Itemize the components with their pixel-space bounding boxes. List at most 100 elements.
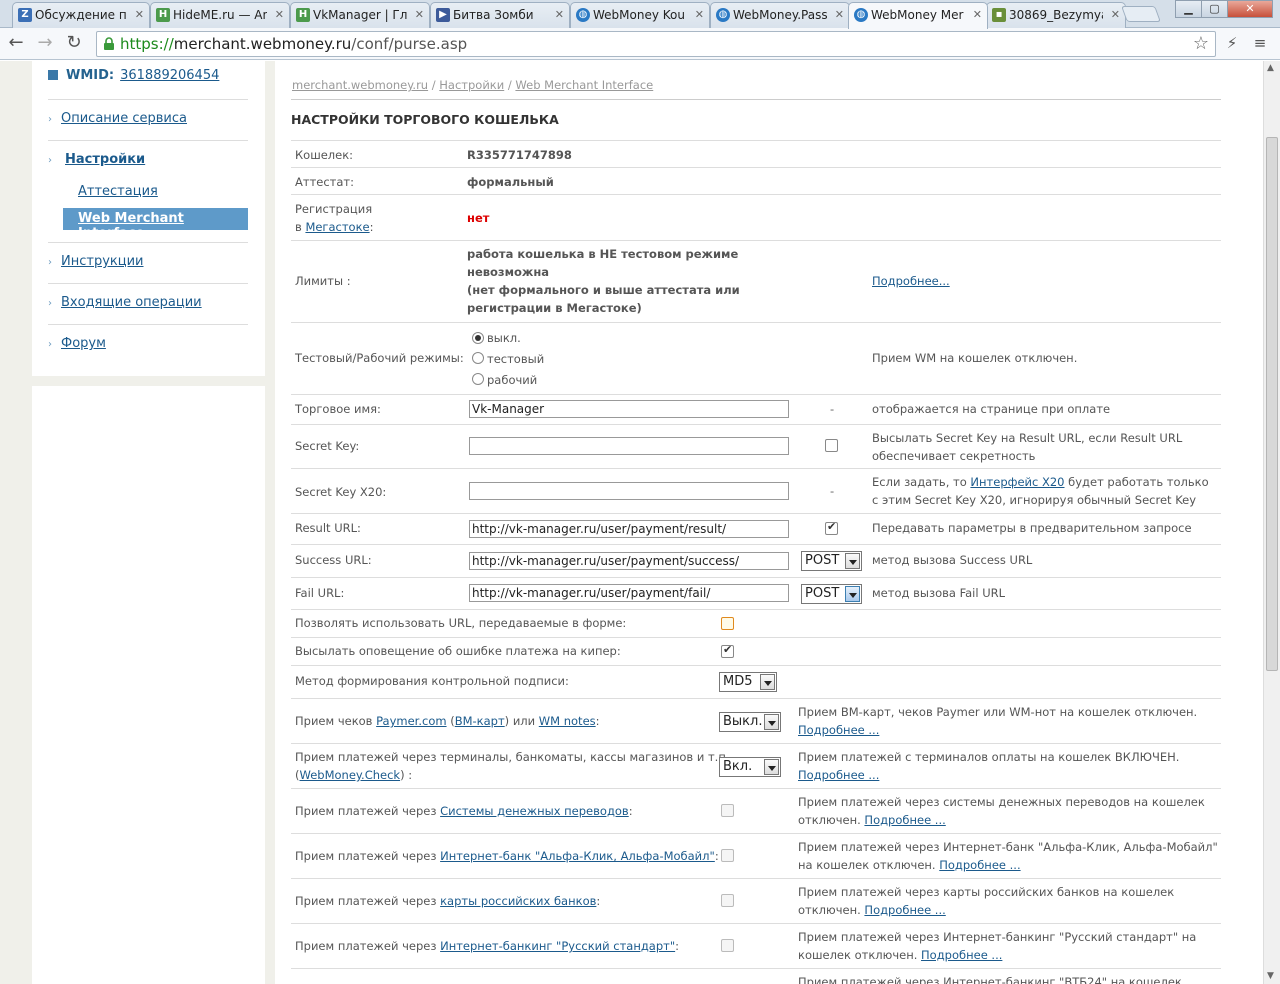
scroll-down-icon[interactable]: ▼ bbox=[1267, 971, 1274, 981]
close-icon[interactable]: ✕ bbox=[973, 8, 982, 21]
maximize-button[interactable]: ▢ bbox=[1201, 0, 1228, 18]
transfers-link[interactable]: Системы денежных переводов bbox=[440, 804, 629, 818]
browser-tab[interactable]: H VkManager | Гл ✕ bbox=[290, 2, 430, 28]
webmoney-check-link[interactable]: WebMoney.Check bbox=[300, 768, 401, 782]
fail-url-input[interactable] bbox=[469, 584, 789, 602]
browser-tab[interactable]: ▶ Битва Зомби ✕ bbox=[430, 2, 570, 28]
divider bbox=[48, 242, 248, 243]
browser-tab[interactable]: ▪ 30869_Bezymyai ✕ bbox=[986, 2, 1126, 28]
mode-note: Прием WM на кошелек отключен. bbox=[872, 351, 1078, 365]
mode-off-radio[interactable] bbox=[472, 332, 484, 344]
close-icon[interactable]: ✕ bbox=[275, 8, 284, 21]
sidebar-lower-panel bbox=[32, 386, 265, 984]
close-icon[interactable]: ✕ bbox=[1111, 8, 1120, 21]
secret-key-input[interactable] bbox=[469, 437, 789, 455]
trade-name-input[interactable] bbox=[469, 400, 789, 418]
notify-error-checkbox[interactable] bbox=[721, 643, 734, 658]
close-icon[interactable]: ✕ bbox=[835, 8, 844, 21]
browser-tab-active[interactable]: ◍ WebMoney Mer ✕ bbox=[848, 2, 988, 29]
close-icon[interactable]: ✕ bbox=[415, 8, 424, 21]
scrollbar[interactable]: ▲ ▼ bbox=[1263, 61, 1280, 984]
alfa-row: Прием платежей через Интернет-банк "Альф… bbox=[291, 833, 1221, 878]
transfers-checkbox[interactable] bbox=[721, 804, 734, 817]
globe-icon: ◍ bbox=[854, 8, 868, 22]
browser-tab[interactable]: Z Обсуждение пр ✕ bbox=[12, 2, 150, 28]
bullet-icon: › bbox=[48, 114, 52, 125]
allow-urls-checkbox[interactable] bbox=[721, 617, 734, 630]
fail-url-row: Fail URL: POST метод вызова Fail URL bbox=[291, 577, 1221, 609]
more-link[interactable]: Подробнее ... bbox=[921, 948, 1002, 962]
sign-method-row: Метод формирования контрольной подписи: … bbox=[291, 665, 1221, 698]
pre-request-checkbox[interactable] bbox=[825, 520, 838, 535]
secret-key-x20-row: Secret Key X20: - Если задать, то Интерф… bbox=[291, 468, 1221, 513]
sidebar-item-web-merchant-interface[interactable]: Web Merchant Interface bbox=[63, 208, 248, 241]
result-url-input[interactable] bbox=[469, 520, 789, 538]
sidebar-item-incoming[interactable]: › Входящие операции bbox=[48, 295, 202, 310]
success-method-select[interactable]: POST bbox=[801, 551, 862, 571]
forward-icon[interactable]: → bbox=[33, 32, 57, 56]
terminals-select[interactable]: Вкл. bbox=[719, 757, 781, 777]
limits-more-link[interactable]: Подробнее... bbox=[872, 272, 950, 290]
close-icon[interactable]: ✕ bbox=[695, 8, 704, 21]
browser-tab[interactable]: ◍ WebMoney Kou ✕ bbox=[570, 2, 710, 28]
more-link[interactable]: Подробнее ... bbox=[798, 768, 879, 782]
close-icon[interactable]: ✕ bbox=[135, 8, 144, 21]
breadcrumb-settings[interactable]: Настройки bbox=[439, 78, 504, 92]
fail-method-select[interactable]: POST bbox=[801, 584, 862, 604]
wm-notes-link[interactable]: WM notes bbox=[539, 714, 596, 728]
image-icon: ▪ bbox=[992, 8, 1006, 22]
extension-icon[interactable]: ⚡ bbox=[1220, 32, 1244, 56]
sidebar-item-instructions[interactable]: › Инструкции bbox=[48, 254, 144, 269]
breadcrumb-home[interactable]: merchant.webmoney.ru bbox=[292, 78, 428, 92]
browser-tab[interactable]: H HideME.ru — An ✕ bbox=[150, 2, 290, 28]
sign-method-select[interactable]: MD5 bbox=[719, 672, 777, 692]
bookmark-star-icon[interactable]: ☆ bbox=[1193, 33, 1209, 54]
chevron-down-icon bbox=[845, 586, 860, 602]
scroll-thumb[interactable] bbox=[1266, 137, 1278, 671]
megastock-link[interactable]: Мегастоке bbox=[305, 220, 369, 234]
russian-standard-checkbox[interactable] bbox=[721, 939, 734, 952]
address-bar[interactable]: https://merchant.webmoney.ru/conf/purse.… bbox=[96, 31, 1216, 57]
mode-test-radio[interactable] bbox=[472, 352, 484, 364]
alfa-link[interactable]: Интернет-банк "Альфа-Клик, Альфа-Мобайл" bbox=[440, 849, 715, 863]
browser-tab[interactable]: ◍ WebMoney.Pass ✕ bbox=[710, 2, 850, 28]
close-window-button[interactable]: ✕ bbox=[1227, 0, 1273, 18]
wmid-link[interactable]: 361889206454 bbox=[120, 68, 219, 83]
new-tab-button[interactable] bbox=[1121, 6, 1161, 22]
x20-interface-link[interactable]: Интерфейс X20 bbox=[970, 475, 1064, 489]
paymer-link[interactable]: Paymer.com bbox=[376, 714, 446, 728]
close-icon[interactable]: ✕ bbox=[555, 8, 564, 21]
back-icon[interactable]: ← bbox=[4, 32, 28, 56]
more-link[interactable]: Подробнее ... bbox=[864, 903, 945, 917]
scroll-up-icon[interactable]: ▲ bbox=[1267, 63, 1274, 73]
sidebar-item-attestation[interactable]: Аттестация bbox=[78, 184, 158, 199]
success-url-input[interactable] bbox=[469, 552, 789, 570]
attestat-value: формальный bbox=[467, 175, 554, 189]
sidebar-item-settings[interactable]: › Настройки bbox=[48, 152, 145, 167]
purse-row: Кошелек: R335771747898 bbox=[291, 140, 1221, 167]
more-link[interactable]: Подробнее ... bbox=[939, 858, 1020, 872]
sidebar-item-description[interactable]: › Описание сервиса bbox=[48, 111, 187, 126]
url-text: https://merchant.webmoney.ru/conf/purse.… bbox=[120, 35, 468, 53]
secret-key-x20-input[interactable] bbox=[469, 482, 789, 500]
wm-cards-link[interactable]: ВМ-карт bbox=[455, 714, 505, 728]
h-icon: H bbox=[296, 8, 310, 22]
notify-error-row: Высылать оповещение об ошибке платежа на… bbox=[291, 637, 1221, 665]
more-link[interactable]: Подробнее ... bbox=[864, 813, 945, 827]
reload-icon[interactable]: ↻ bbox=[62, 32, 86, 56]
menu-icon[interactable]: ≡ bbox=[1248, 32, 1272, 56]
minimize-button[interactable]: ▁ bbox=[1175, 0, 1202, 18]
cards-checkbox[interactable] bbox=[721, 894, 734, 907]
send-secret-key-checkbox[interactable] bbox=[825, 439, 838, 452]
sidebar: WMID: 361889206454 › Описание сервиса › Нас… bbox=[32, 61, 265, 376]
allow-urls-row: Позволять использовать URL, передаваемые… bbox=[291, 609, 1221, 637]
alfa-checkbox[interactable] bbox=[721, 849, 734, 862]
chevron-down-icon bbox=[764, 714, 779, 730]
cards-link[interactable]: карты российских банков bbox=[440, 894, 596, 908]
breadcrumb-current[interactable]: Web Merchant Interface bbox=[515, 78, 653, 92]
checks-select[interactable]: Выкл. bbox=[719, 712, 781, 732]
mode-work-radio[interactable] bbox=[472, 373, 484, 385]
russian-standard-link[interactable]: Интернет-банкинг "Русский стандарт" bbox=[440, 939, 675, 953]
more-link[interactable]: Подробнее ... bbox=[798, 723, 879, 737]
sidebar-item-forum[interactable]: › Форум bbox=[48, 336, 106, 351]
